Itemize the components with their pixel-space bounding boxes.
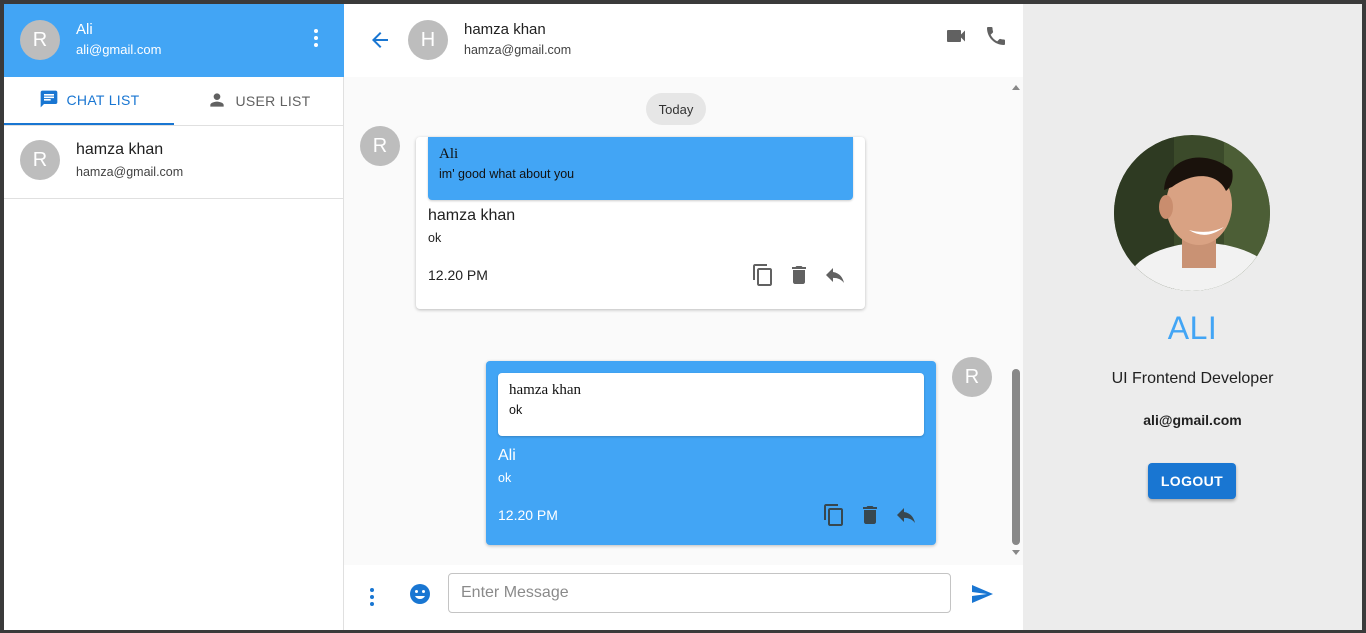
message-bubble-outgoing: hamza khan ok Ali ok 12.20 PM: [486, 361, 936, 545]
profile-email: ali@gmail.com: [1143, 412, 1242, 428]
quoted-text: im' good what about you: [439, 167, 575, 181]
tab-label: USER LIST: [235, 93, 311, 109]
message-input[interactable]: [448, 573, 951, 613]
message-list[interactable]: Today R Ali im' good what about you hamz…: [344, 77, 1023, 565]
tab-user-list[interactable]: USER LIST: [174, 77, 344, 125]
current-user-name: Ali: [76, 21, 93, 38]
copy-icon[interactable]: [751, 263, 775, 287]
profile-role: UI Frontend Developer: [1111, 370, 1274, 387]
avatar: R: [360, 126, 400, 166]
reply-icon[interactable]: [894, 503, 918, 527]
chat-item-name: hamza khan: [76, 141, 164, 158]
chat-contact-name: hamza khan: [464, 21, 546, 38]
more-vert-icon[interactable]: [360, 585, 384, 614]
more-vert-icon[interactable]: [304, 26, 328, 50]
avatar[interactable]: R: [20, 20, 60, 60]
scrollbar-thumb[interactable]: [1012, 369, 1020, 545]
message-time: 12.20 PM: [428, 267, 488, 283]
profile-name: ALI: [1167, 310, 1218, 346]
message-time: 12.20 PM: [498, 507, 558, 523]
avatar: R: [20, 140, 60, 180]
message-text: ok: [428, 231, 442, 245]
video-call-icon[interactable]: [944, 24, 968, 53]
quoted-text: ok: [509, 403, 523, 417]
left-panel: R Ali ali@gmail.com CHAT LIST USER LIST: [4, 4, 344, 630]
avatar: H: [408, 20, 448, 60]
scroll-down-icon[interactable]: [1012, 550, 1020, 555]
message-text: ok: [498, 471, 512, 485]
quoted-sender: hamza khan: [509, 382, 582, 398]
chat-item-email: hamza@gmail.com: [76, 165, 184, 179]
message-sender: hamza khan: [428, 207, 516, 224]
date-chip: Today: [646, 93, 706, 125]
quoted-sender: Ali: [439, 146, 459, 162]
chat-icon: [39, 89, 67, 112]
quoted-message[interactable]: Ali im' good what about you: [428, 137, 853, 200]
current-user-email: ali@gmail.com: [76, 42, 162, 57]
message-bubble-incoming: Ali im' good what about you hamza khan o…: [416, 137, 865, 309]
tab-chat-list[interactable]: CHAT LIST: [4, 77, 174, 125]
send-icon[interactable]: [970, 582, 994, 611]
delete-icon[interactable]: [858, 503, 882, 527]
arrow-back-icon[interactable]: [368, 28, 392, 57]
chat-list-item[interactable]: R hamza khan hamza@gmail.com: [4, 126, 344, 199]
message-sender: Ali: [498, 447, 516, 464]
avatar: R: [952, 357, 992, 397]
profile-photo: [1114, 135, 1270, 291]
scrollbar[interactable]: [1009, 77, 1023, 565]
app-window: R Ali ali@gmail.com CHAT LIST USER LIST: [4, 4, 1362, 630]
phone-icon[interactable]: [984, 24, 1008, 53]
emoji-icon[interactable]: [408, 582, 432, 611]
quoted-message[interactable]: hamza khan ok: [498, 373, 924, 436]
tab-label: CHAT LIST: [66, 92, 140, 108]
delete-icon[interactable]: [787, 263, 811, 287]
logout-button[interactable]: LOGOUT: [1148, 463, 1236, 499]
copy-icon[interactable]: [822, 503, 846, 527]
reply-icon[interactable]: [823, 263, 847, 287]
message-composer: [344, 565, 1023, 630]
chat-panel: H hamza khan hamza@gmail.com Today R Ali…: [344, 4, 1023, 630]
person-icon: [207, 90, 235, 113]
profile-panel: ALI UI Frontend Developer ali@gmail.com …: [1023, 4, 1362, 630]
chat-header: H hamza khan hamza@gmail.com: [344, 4, 1023, 77]
current-user-header: R Ali ali@gmail.com: [4, 4, 344, 77]
chat-contact-email: hamza@gmail.com: [464, 43, 572, 57]
scroll-up-icon[interactable]: [1012, 85, 1020, 90]
tab-bar: CHAT LIST USER LIST: [4, 77, 344, 126]
